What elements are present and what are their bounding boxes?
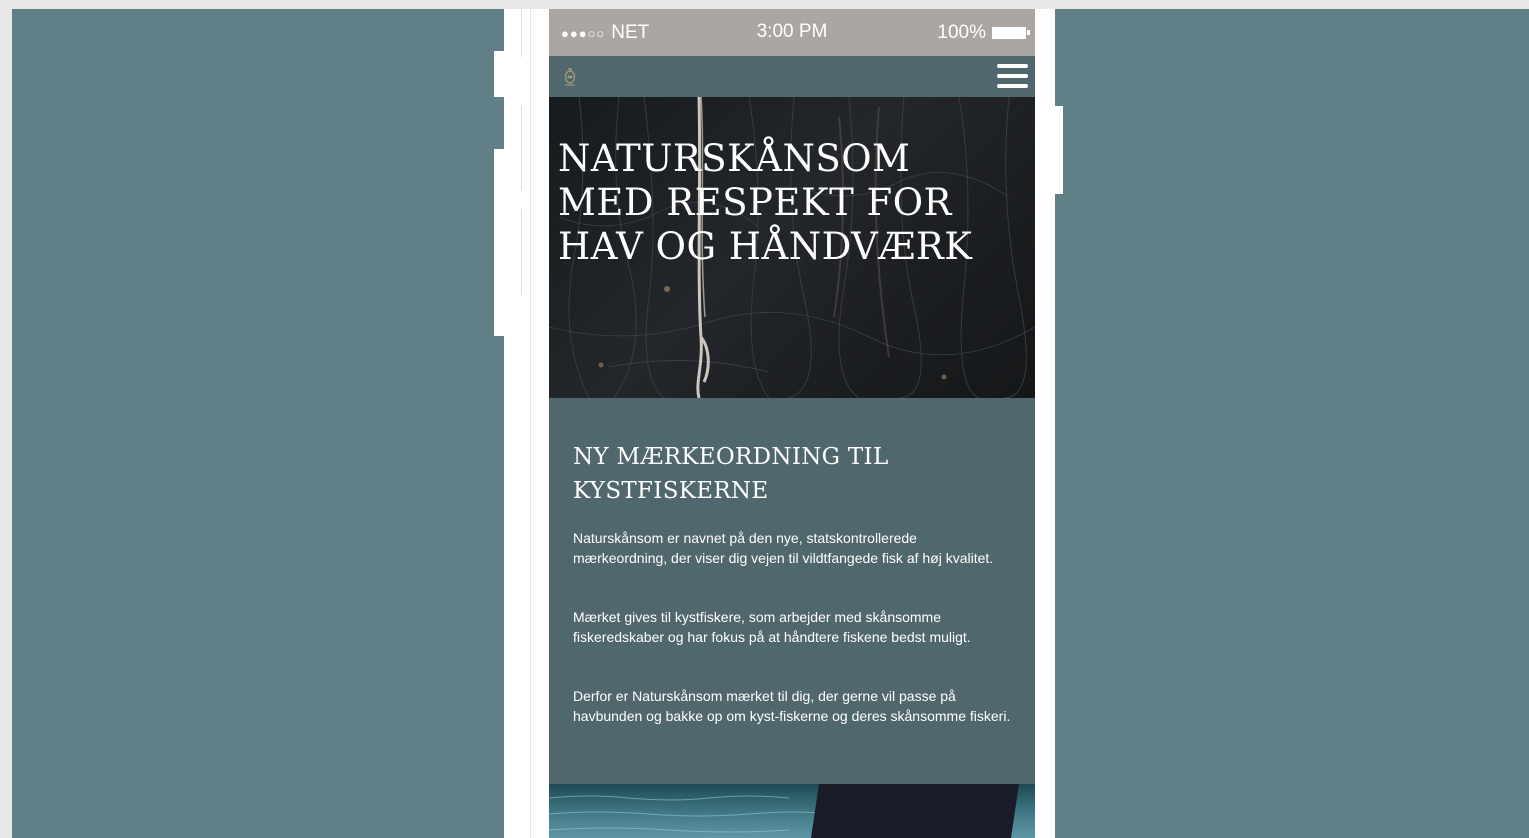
artboard-divider [530,9,531,838]
status-bar: ●●●○○ NET 3:00 PM 100% [549,9,1035,56]
phone-screen: ●●●○○ NET 3:00 PM 100% NATURSKÅNSOM MED … [549,9,1035,838]
artboard-tab [494,149,506,336]
artboard-tab [1052,106,1063,194]
hero-title: NATURSKÅNSOM MED RESPEKT FOR HAV OG HÅND… [558,137,973,268]
battery-percent: 100% [937,22,986,43]
article-paragraph: Mærket gives til kystfiskere, som arbejd… [573,609,971,645]
hero-banner: NATURSKÅNSOM MED RESPEKT FOR HAV OG HÅND… [549,97,1035,398]
design-canvas: ●●●○○ NET 3:00 PM 100% NATURSKÅNSOM MED … [12,9,1529,838]
artboard-guide [521,9,522,57]
article-section: NY MÆRKEORDNING TIL KYSTFISKERNE Natursk… [549,398,1035,726]
artboard-guide [521,106,522,190]
artboard-tab [494,51,506,97]
article-paragraph: Derfor er Naturskånsom mærket til dig, d… [573,688,1011,724]
article-paragraph: Naturskånsom er navnet på den nye, stats… [573,530,994,566]
artboard-guide [521,209,522,295]
sea-image [549,784,1035,838]
article-heading: NY MÆRKEORDNING TIL KYSTFISKERNE [573,444,889,504]
top-navbar [549,56,1035,97]
fish-emblem-icon[interactable] [563,66,577,86]
hamburger-menu-icon[interactable] [997,64,1028,90]
battery-icon [992,27,1030,39]
